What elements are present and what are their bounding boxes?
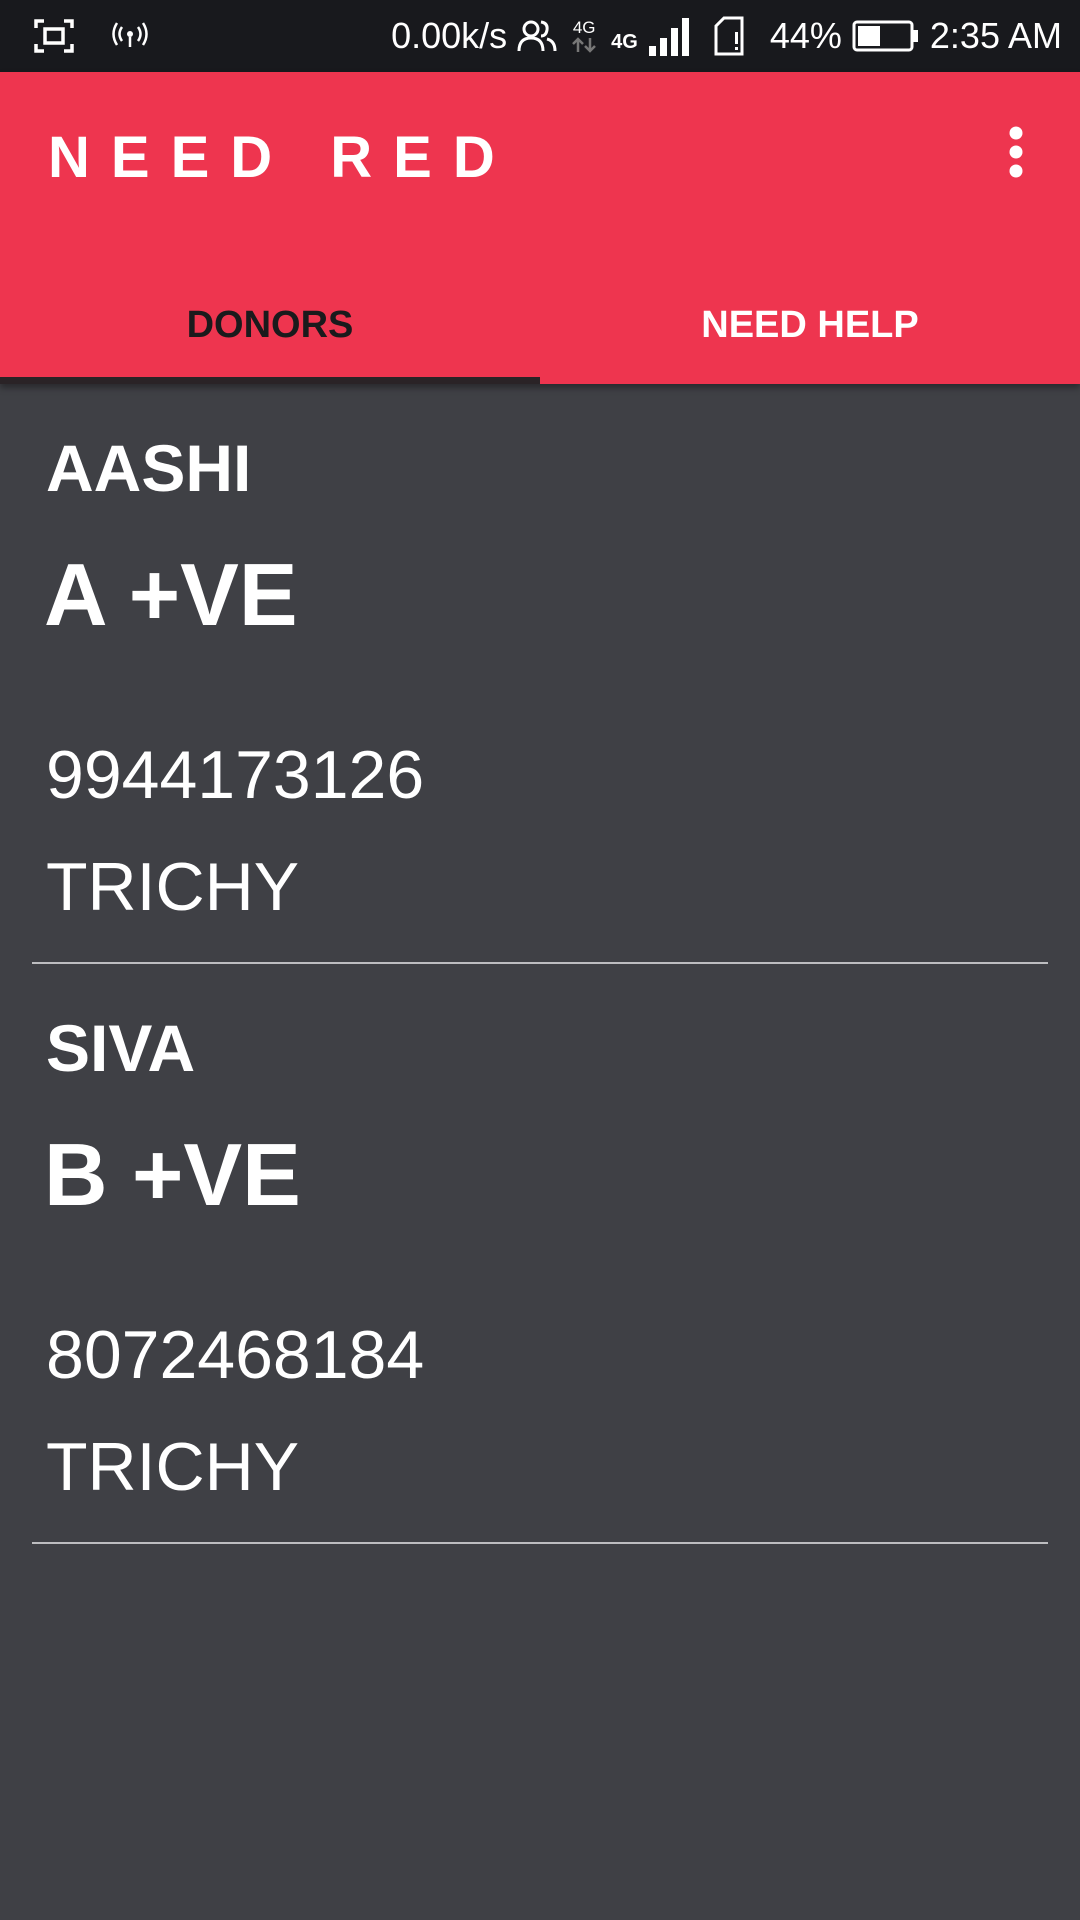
network-type-label-2: 4G [611,30,638,53]
tab-need-help[interactable]: NEED HELP [540,288,1080,384]
signal-icon [648,16,690,56]
donor-city: TRICHY [46,1429,300,1505]
screenshot-icon [34,18,74,54]
overflow-menu-button[interactable] [980,112,1052,192]
battery-percent: 44% [769,15,842,56]
tab-donors[interactable]: DONORS [0,288,540,384]
donor-blood-group: B +VE [44,1125,301,1224]
app-title: NEED RED [48,125,516,190]
clock: 2:35 AM [929,15,1062,56]
network-type-label-1: 4G [572,17,596,37]
tab-indicator [0,377,540,384]
list-item[interactable]: AASHI A +VE 9944173126 TRICHY [0,384,1080,964]
network-speed: 0.00k/s [391,15,508,56]
contacts-icon [517,19,557,53]
status-bar: 0.00k/s 4G 4G 44% 2:35 AM [0,0,1080,72]
donor-name: AASHI [46,431,252,505]
hotspot-icon [112,21,148,51]
more-vert-icon [1006,125,1026,179]
donor-phone: 9944173126 [46,737,425,813]
sim-icon [714,16,744,56]
donor-list: AASHI A +VE 9944173126 TRICHY SIVA B +VE… [0,384,1080,1544]
donor-blood-group: A +VE [44,545,298,644]
app-bar: NEED RED DONORS NEED HELP [0,72,1080,384]
battery-fill [857,26,880,46]
donor-name: SIVA [46,1011,196,1085]
list-item[interactable]: SIVA B +VE 8072468184 TRICHY [0,964,1080,1544]
tab-donors-label: DONORS [186,304,354,346]
tab-bar: DONORS NEED HELP [0,288,1080,384]
data-4g-icon: 4G [567,19,601,54]
battery-icon [852,19,920,53]
divider [32,1542,1048,1544]
donor-city: TRICHY [46,849,300,925]
tab-need-help-label: NEED HELP [701,304,919,346]
donor-phone: 8072468184 [46,1317,425,1393]
